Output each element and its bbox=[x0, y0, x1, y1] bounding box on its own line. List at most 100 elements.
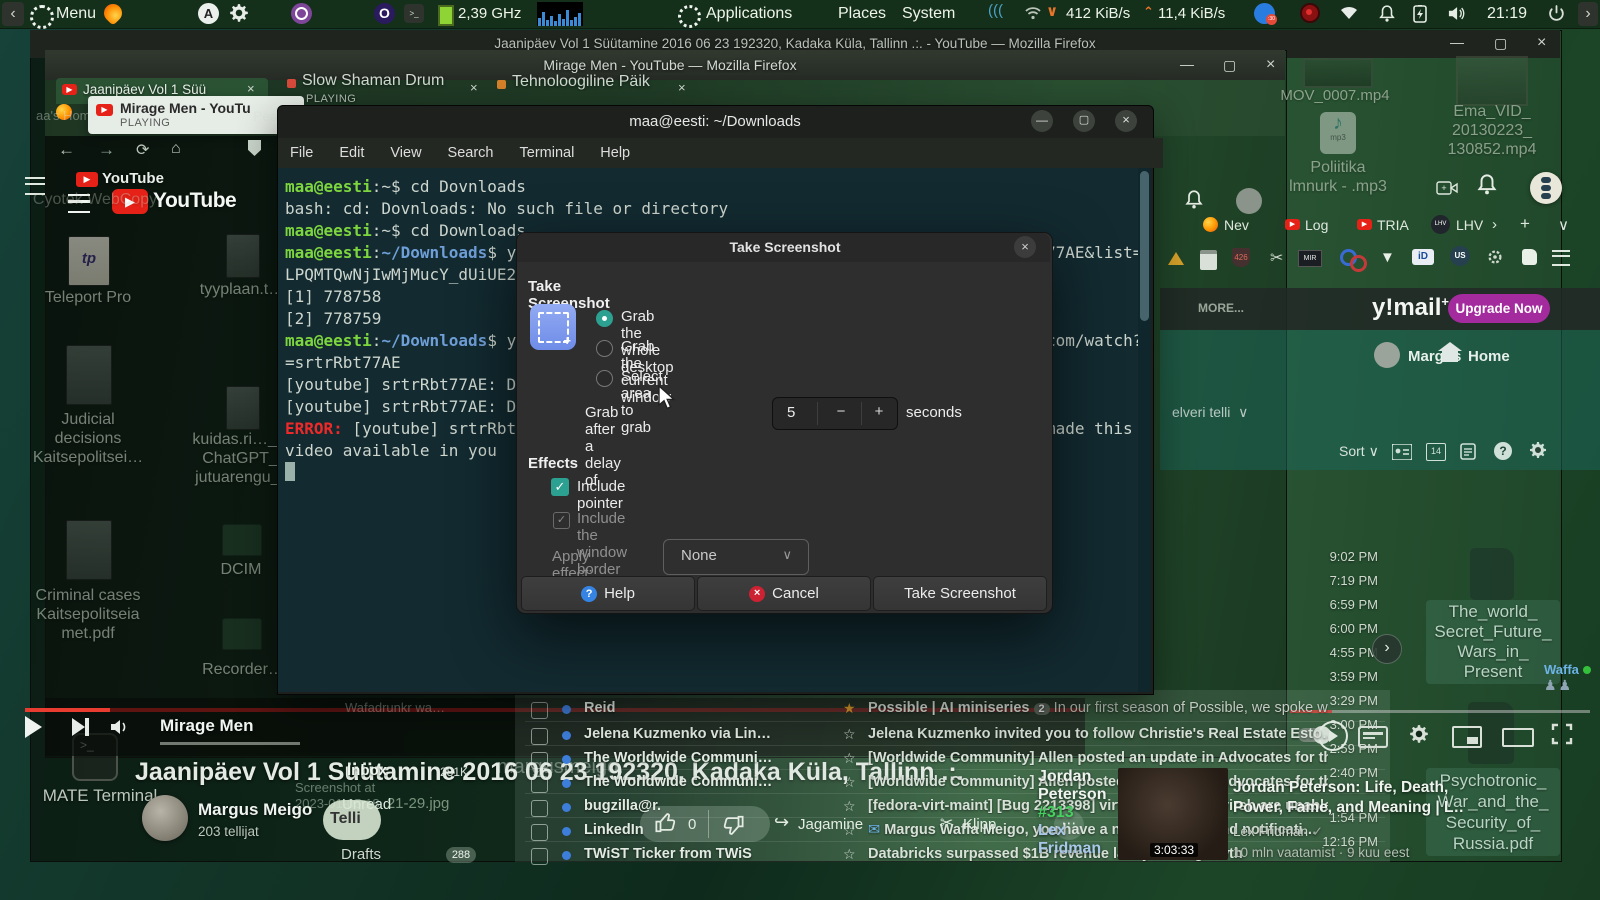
star-icon[interactable]: ☆ bbox=[843, 750, 856, 767]
tab-slow-shaman-label[interactable]: Slow Shaman Drum bbox=[302, 72, 472, 90]
create-video-icon[interactable]: + bbox=[1436, 180, 1458, 196]
sidebar-drafts-label[interactable]: Drafts bbox=[341, 846, 401, 863]
reload-icon[interactable]: ⟳ bbox=[136, 140, 149, 160]
thumbs-up-icon[interactable] bbox=[655, 812, 677, 834]
menu-applications[interactable]: Applications bbox=[706, 0, 792, 28]
world-file-icon[interactable] bbox=[1470, 548, 1514, 600]
criminal-doc-icon[interactable] bbox=[66, 520, 112, 580]
mail-filter-dropdown[interactable]: elveri telli ∨ bbox=[1172, 404, 1292, 421]
mail-checkbox[interactable] bbox=[531, 728, 548, 745]
next-track-icon[interactable] bbox=[72, 718, 89, 741]
criminal-label[interactable]: Criminal cases Kaitsepolitseia met.pdf bbox=[18, 586, 158, 643]
play-icon[interactable] bbox=[25, 716, 42, 738]
terminal-menu-search[interactable]: Search bbox=[448, 145, 494, 161]
share-label[interactable]: Jagamine bbox=[798, 816, 888, 833]
home-icon[interactable] bbox=[1442, 350, 1458, 362]
bookmark-nev[interactable]: Nev bbox=[1224, 217, 1249, 233]
thumb-extension-icon[interactable] bbox=[1522, 249, 1537, 265]
notification-bell-icon[interactable] bbox=[1378, 4, 1396, 24]
mail-checkbox[interactable] bbox=[531, 752, 548, 769]
terminal-launcher-icon[interactable]: >_ bbox=[404, 4, 424, 23]
suggested-title-1[interactable]: Jordan Peterson: Life, Death, bbox=[1233, 779, 1463, 797]
terminal-close-button[interactable]: × bbox=[1115, 110, 1137, 132]
bookmark-tria[interactable]: TRIA bbox=[1377, 217, 1409, 233]
mir-icon[interactable]: MIR bbox=[1298, 250, 1322, 267]
volume-status-icon[interactable] bbox=[1448, 5, 1468, 22]
id-icon[interactable]: iD bbox=[1412, 249, 1434, 265]
volume-icon[interactable] bbox=[110, 718, 132, 736]
mail-checkbox[interactable] bbox=[531, 776, 548, 793]
mail-checkbox[interactable] bbox=[531, 824, 548, 841]
mail-checkbox[interactable] bbox=[531, 800, 548, 817]
battery-icon[interactable] bbox=[1410, 5, 1432, 23]
tor-browser-icon[interactable] bbox=[291, 3, 312, 24]
star-icon[interactable]: ☆ bbox=[843, 798, 856, 815]
teleport-pro-icon[interactable]: tp bbox=[68, 236, 110, 286]
mail-home-label[interactable]: Home bbox=[1468, 348, 1518, 365]
bookmark-lhv[interactable]: LHV bbox=[1456, 217, 1483, 233]
link-chain-icon[interactable] bbox=[1350, 255, 1367, 272]
webcopy-label[interactable]: Cyotek WebCopy bbox=[30, 190, 160, 209]
panel-expand-button[interactable]: › bbox=[1578, 2, 1598, 26]
world-file-label[interactable]: The_world_ Secret_Future_ Wars_in_ Prese… bbox=[1426, 600, 1560, 684]
effect-dropdown[interactable]: None ∨ bbox=[663, 539, 809, 575]
mail-checkbox[interactable] bbox=[531, 848, 548, 865]
w1-maximize-button[interactable]: ▢ bbox=[1494, 35, 1507, 52]
star-icon[interactable]: ★ bbox=[843, 700, 856, 717]
chevron-right-icon[interactable]: › bbox=[1492, 216, 1497, 233]
progress-bar-played[interactable] bbox=[25, 708, 110, 712]
tab-close-icon[interactable]: × bbox=[247, 81, 255, 96]
cpu-graph[interactable] bbox=[537, 2, 583, 26]
record-icon[interactable] bbox=[1300, 3, 1320, 23]
mail-row[interactable]: Reid ★ Possible | AI miniseries 2 In our f… bbox=[515, 700, 1390, 722]
w2-minimize-button[interactable]: — bbox=[1180, 56, 1194, 72]
calendar-icon[interactable]: 14 bbox=[1426, 443, 1446, 461]
gears-launcher-icon[interactable] bbox=[228, 3, 250, 25]
terminal-menu-view[interactable]: View bbox=[390, 145, 421, 161]
dcim-label[interactable]: DCIM bbox=[206, 560, 276, 579]
cancel-button[interactable]: × Cancel bbox=[697, 576, 871, 611]
bookmark-log[interactable]: Log bbox=[1305, 217, 1328, 233]
judicial-doc-icon[interactable] bbox=[66, 345, 112, 405]
thumbs-down-icon[interactable] bbox=[722, 814, 744, 836]
miniplayer-icon[interactable] bbox=[1452, 726, 1482, 748]
terminal-menu-terminal[interactable]: Terminal bbox=[520, 145, 575, 161]
menu-system[interactable]: System bbox=[902, 0, 955, 28]
sidebar-inbox-label[interactable]: Inbox bbox=[347, 762, 407, 779]
tab-close-icon[interactable]: × bbox=[678, 80, 686, 95]
delay-plus-button[interactable]: + bbox=[863, 403, 895, 420]
us-proxy-icon[interactable]: US bbox=[1450, 246, 1470, 266]
panel-collapse-button[interactable]: ‹ bbox=[2, 2, 24, 26]
fullscreen-icon[interactable] bbox=[1550, 722, 1574, 746]
suggested-title-2[interactable]: Power, Fame, and Meaning | L… bbox=[1233, 799, 1463, 817]
more-label[interactable]: MORE... bbox=[1198, 301, 1268, 315]
back-icon[interactable]: ← bbox=[58, 140, 75, 160]
w1-close-button[interactable]: × bbox=[1537, 34, 1546, 52]
scissors-icon[interactable]: ✂ bbox=[1270, 248, 1283, 268]
chevron-down-icon[interactable]: ∨ bbox=[1558, 216, 1569, 234]
gears-icon[interactable] bbox=[1486, 248, 1504, 266]
help-icon[interactable]: ? bbox=[1494, 442, 1512, 460]
w1-minimize-button[interactable]: — bbox=[1450, 34, 1464, 50]
new-tab-icon[interactable]: + bbox=[1520, 214, 1530, 234]
mail-checkbox[interactable] bbox=[531, 702, 548, 719]
opera-icon[interactable]: O bbox=[374, 3, 395, 24]
download-arrow-icon[interactable]: ▼ bbox=[1380, 249, 1395, 266]
wifi-icon[interactable] bbox=[1024, 6, 1042, 20]
notepad-icon[interactable] bbox=[1460, 443, 1476, 460]
w2-close-button[interactable]: × bbox=[1266, 56, 1275, 74]
help-button[interactable]: ? Help bbox=[521, 576, 695, 611]
dialog-close-icon[interactable]: × bbox=[1014, 236, 1036, 258]
terminal-menu-edit[interactable]: Edit bbox=[339, 145, 364, 161]
menu-places[interactable]: Places bbox=[838, 0, 886, 28]
avatar[interactable] bbox=[1236, 188, 1262, 214]
clip-label[interactable]: Klipp bbox=[963, 816, 1013, 833]
home-icon[interactable]: ⌂ bbox=[171, 140, 181, 158]
vpn-check-icon[interactable]: ∨ bbox=[1046, 2, 1058, 20]
suggested-channel[interactable]: Lex Fridman ✓ bbox=[1233, 824, 1383, 840]
shield-badge-icon[interactable]: 426 bbox=[1232, 248, 1250, 267]
radio-whole-desktop[interactable] bbox=[596, 310, 613, 327]
clip-scissors-icon[interactable]: ✂ bbox=[940, 813, 953, 833]
include-pointer-label[interactable]: Include pointer bbox=[577, 478, 625, 512]
contacts-icon[interactable] bbox=[1392, 444, 1412, 460]
